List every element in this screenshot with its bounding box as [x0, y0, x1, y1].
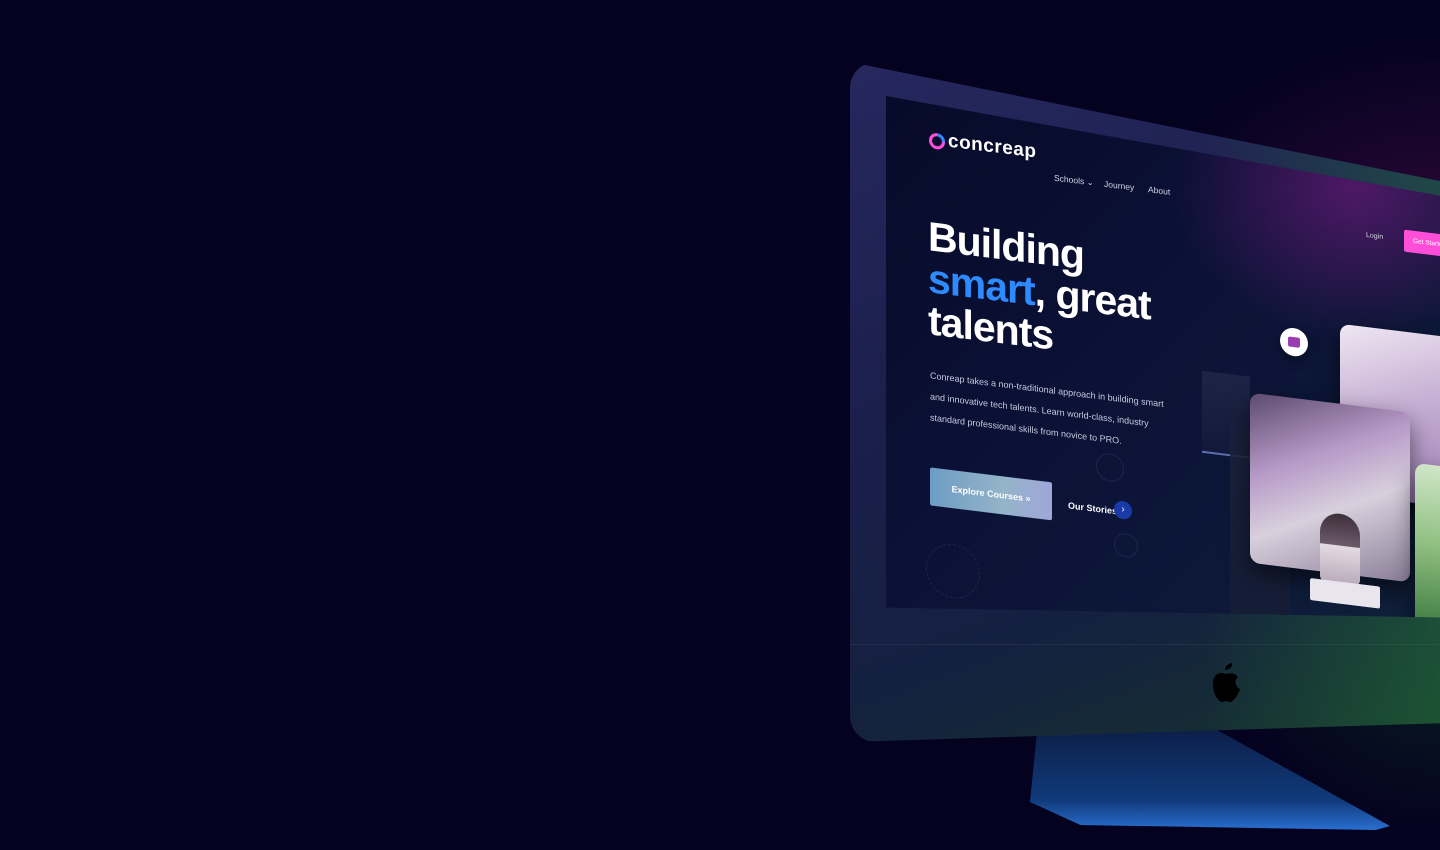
student-figure	[1320, 511, 1360, 587]
apple-logo-icon	[1212, 663, 1240, 702]
hero-image-collage	[1230, 321, 1440, 618]
hero-headline: Building smart, great talents	[928, 213, 1151, 368]
explore-button-label: Explore Courses	[951, 484, 1023, 503]
hero-image-panel-front	[1250, 392, 1410, 609]
concreap-logo-icon	[929, 133, 945, 150]
hero-image-panel-side	[1415, 462, 1440, 618]
nav-item-label: Schools	[1054, 172, 1085, 187]
double-chevron-right-icon: »	[1025, 493, 1031, 504]
decorative-circle	[1096, 451, 1124, 484]
nav-item-about[interactable]: About	[1148, 184, 1170, 197]
chevron-down-icon: ⌄	[1086, 176, 1094, 188]
brand-name[interactable]: concreap	[948, 131, 1036, 164]
monitor-chin-divider	[850, 644, 1440, 645]
laptop-illustration	[1310, 578, 1380, 609]
decorative-circle	[926, 540, 980, 602]
our-stories-link[interactable]: Our Stories	[1068, 500, 1117, 516]
login-link[interactable]: Login	[1366, 232, 1383, 241]
get-started-button[interactable]: Get Started	[1404, 229, 1440, 260]
nav-item-journey[interactable]: Journey	[1104, 179, 1134, 193]
chat-bubble-icon	[1280, 326, 1308, 358]
chevron-right-icon[interactable]: ›	[1114, 499, 1132, 521]
nav-item-schools[interactable]: Schools ⌄	[1054, 173, 1094, 189]
decorative-circle	[1114, 531, 1138, 559]
hero-description: Conreap takes a non-traditional approach…	[930, 370, 1164, 446]
explore-courses-button[interactable]: Explore Courses »	[930, 467, 1052, 521]
